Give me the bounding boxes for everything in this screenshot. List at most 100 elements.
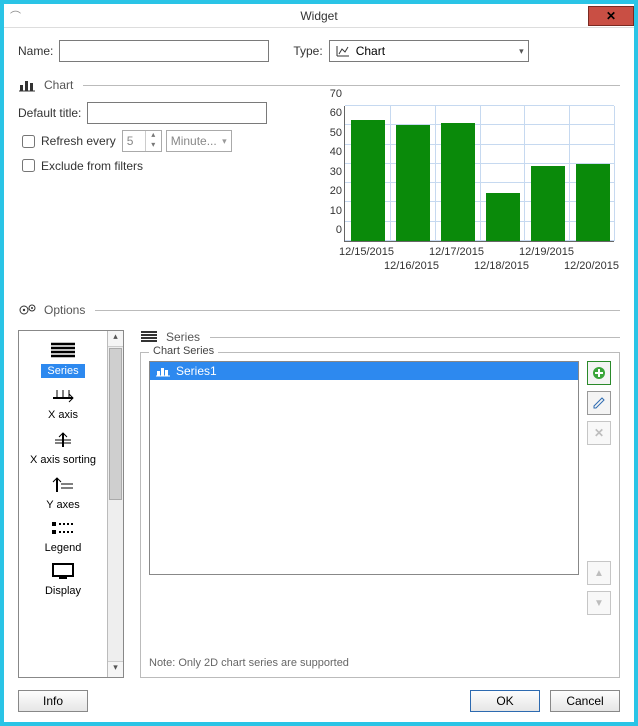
sidebar-item-label: X axis <box>48 409 78 421</box>
sidebar-item-label: Y axes <box>46 499 79 511</box>
scroll-down-icon[interactable]: ▾ <box>108 661 123 677</box>
ytick-label: 40 <box>330 146 342 158</box>
chart-settings-row: Default title: Refresh every 5 ▴▾ Minute… <box>18 102 620 292</box>
sidebar-item-series[interactable]: Series <box>23 341 103 378</box>
display-icon <box>49 562 77 585</box>
scroll-up-icon[interactable]: ▴ <box>108 331 123 347</box>
series-item-label: Series1 <box>176 364 217 378</box>
series-item[interactable]: Series1 <box>150 362 578 380</box>
options-body: Series X axis X axis sorting Y axes Legend Di… <box>18 330 620 678</box>
sidebar-item-display[interactable]: Display <box>23 562 103 597</box>
type-combo[interactable]: Chart ▾ <box>329 40 529 62</box>
ytick-label: 60 <box>330 107 342 119</box>
name-label: Name: <box>18 44 53 58</box>
sidebar-item-label: X axis sorting <box>30 454 96 466</box>
move-down-button[interactable]: ▼ <box>587 591 611 615</box>
ytick-label: 50 <box>330 127 342 139</box>
series-list[interactable]: Series1 <box>149 361 579 575</box>
x-icon: ✕ <box>594 426 604 440</box>
xtick-label: 12/16/2015 <box>384 260 439 272</box>
delete-series-button[interactable]: ✕ <box>587 421 611 445</box>
chart-section-header: Chart <box>18 78 620 92</box>
options-sidebar: Series X axis X axis sorting Y axes Legend Di… <box>18 330 124 678</box>
default-title-label: Default title: <box>18 106 81 120</box>
sidebar-item-label: Legend <box>45 542 82 554</box>
add-series-button[interactable] <box>587 361 611 385</box>
series-lines-icon <box>140 330 158 344</box>
footer: Info OK Cancel <box>4 684 634 722</box>
ytick-label: 30 <box>330 166 342 178</box>
refresh-every-checkbox[interactable] <box>22 135 35 148</box>
sidebar-item-label: Display <box>45 585 81 597</box>
close-button[interactable]: ✕ <box>588 6 634 26</box>
type-label: Type: <box>293 44 322 58</box>
options-main: Series Chart Series Series1 <box>140 330 620 678</box>
xtick-label: 12/17/2015 <box>429 246 484 258</box>
sidebar-item-xaxis[interactable]: X axis <box>23 386 103 421</box>
content-area: Name: Type: Chart ▾ Chart Defa <box>4 28 634 684</box>
edit-series-button[interactable] <box>587 391 611 415</box>
xtick-label: 12/20/2015 <box>564 260 619 272</box>
triangle-up-icon: ▲ <box>594 568 604 579</box>
info-button[interactable]: Info <box>18 690 88 712</box>
ytick-label: 0 <box>336 224 342 236</box>
refresh-unit-combo[interactable]: Minute... <box>166 130 232 152</box>
xtick-label: 12/19/2015 <box>519 246 574 258</box>
exclude-filters-checkbox[interactable] <box>22 159 35 172</box>
ytick-label: 10 <box>330 205 342 217</box>
move-up-button[interactable]: ▲ <box>587 561 611 585</box>
restore-icon: ⌒ <box>10 8 21 24</box>
titlebar: ⌒ Widget ✕ <box>4 4 634 28</box>
chart-series-group-title: Chart Series <box>149 345 218 357</box>
sidebar-item-yaxes[interactable]: Y axes <box>23 474 103 511</box>
series-icon <box>49 341 77 364</box>
refresh-every-label: Refresh every <box>41 134 116 148</box>
series-panel-title: Series <box>166 330 200 344</box>
pencil-icon <box>592 396 606 410</box>
options-section-title: Options <box>44 303 85 317</box>
bar <box>576 164 610 241</box>
window-title: Widget <box>300 9 337 23</box>
options-section-header: Options <box>18 302 620 318</box>
xsort-icon <box>49 429 77 454</box>
refresh-interval-spinner[interactable]: 5 ▴▾ <box>122 130 162 152</box>
bar <box>351 120 385 242</box>
ytick-label: 20 <box>330 185 342 197</box>
xtick-label: 12/15/2015 <box>339 246 394 258</box>
widget-dialog: ⌒ Widget ✕ Name: Type: Chart ▾ Chart <box>4 4 634 722</box>
plus-icon <box>592 366 606 380</box>
bar-chart-small-icon <box>156 365 170 377</box>
bar <box>486 193 520 241</box>
chart-preview: 01020304050607012/15/201512/16/201512/17… <box>308 102 620 292</box>
default-title-input[interactable] <box>87 102 267 124</box>
name-input[interactable] <box>59 40 269 62</box>
exclude-filters-label: Exclude from filters <box>41 159 143 173</box>
bar <box>441 123 475 241</box>
scroll-thumb[interactable] <box>109 348 122 500</box>
triangle-down-icon: ▼ <box>594 598 604 609</box>
bar-chart-icon <box>18 78 36 92</box>
ytick-label: 70 <box>330 88 342 100</box>
series-note: Note: Only 2D chart series are supported <box>149 657 611 669</box>
sidebar-item-xsort[interactable]: X axis sorting <box>23 429 103 466</box>
scroll-track[interactable] <box>108 501 123 661</box>
chart-icon <box>336 45 350 57</box>
series-panel-header: Series <box>140 330 620 344</box>
chart-series-group: Chart Series Series1 <box>140 352 620 678</box>
xaxis-icon <box>49 386 77 409</box>
bar <box>531 166 565 241</box>
sidebar-item-label: Series <box>41 364 84 378</box>
bar <box>396 125 430 241</box>
xtick-label: 12/18/2015 <box>474 260 529 272</box>
spin-down-icon[interactable]: ▾ <box>146 141 161 151</box>
ok-button[interactable]: OK <box>470 690 540 712</box>
gears-icon <box>18 302 36 318</box>
type-value: Chart <box>356 44 385 58</box>
sidebar-item-legend[interactable]: Legend <box>23 519 103 554</box>
header-row: Name: Type: Chart ▾ <box>18 40 620 62</box>
sidebar-scrollbar[interactable]: ▴ ▾ <box>107 331 123 677</box>
chart-section-title: Chart <box>44 78 73 92</box>
cancel-button[interactable]: Cancel <box>550 690 620 712</box>
chevron-down-icon: ▾ <box>519 46 524 57</box>
legend-icon <box>49 519 77 542</box>
